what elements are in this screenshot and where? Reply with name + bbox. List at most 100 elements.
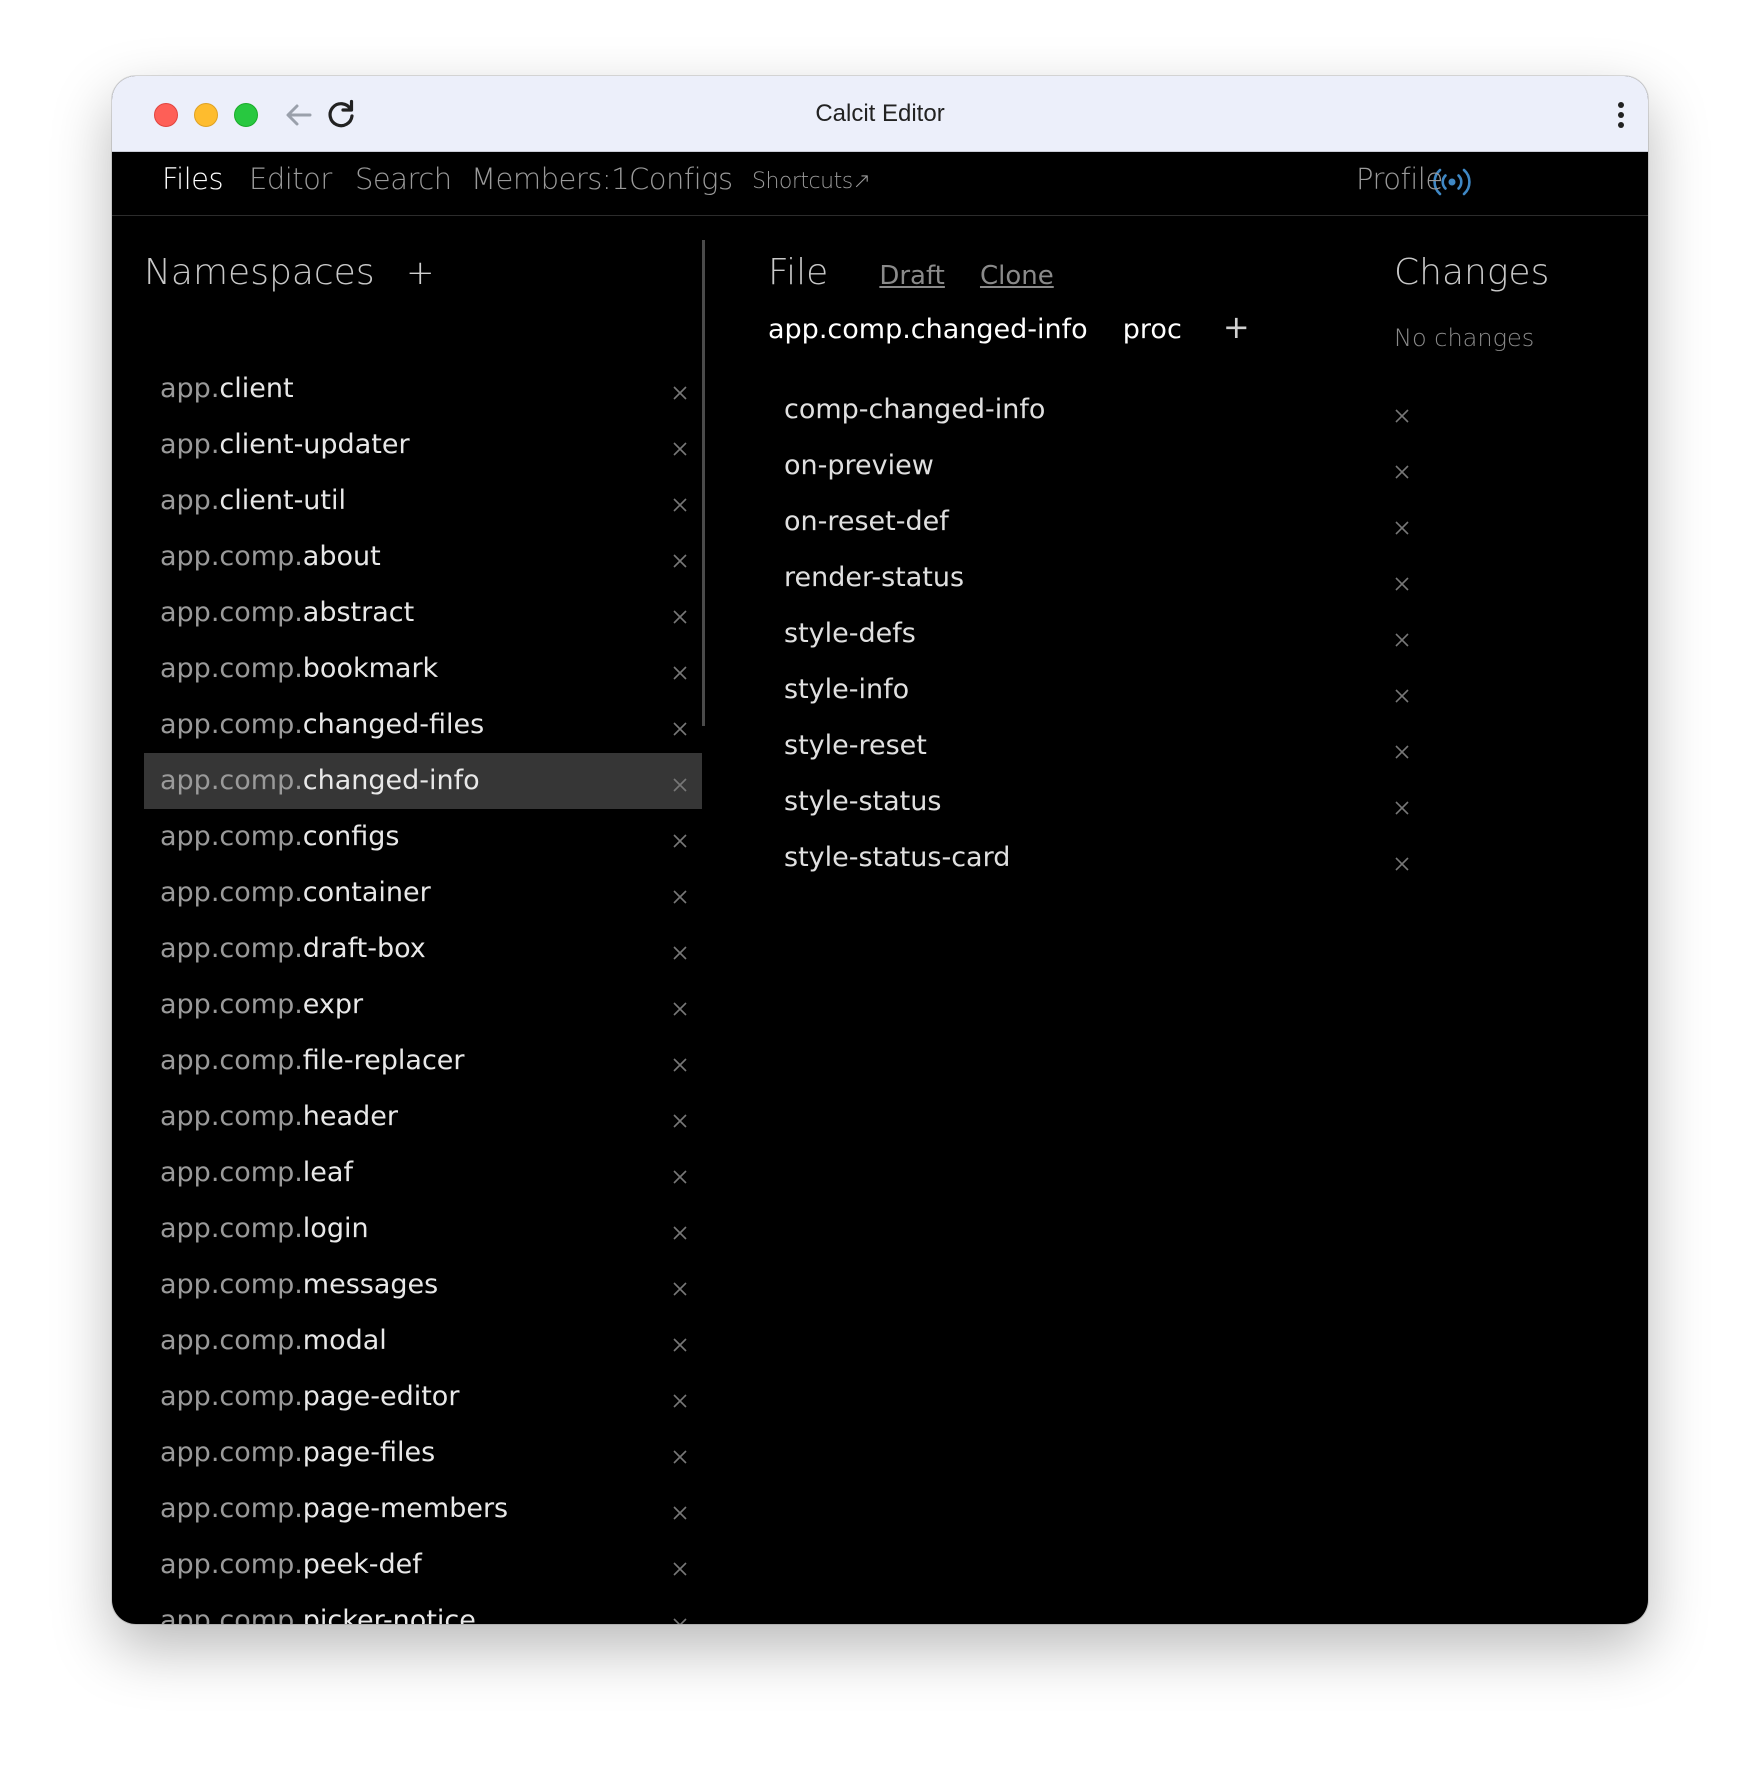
remove-namespace-icon[interactable] <box>672 553 688 569</box>
remove-definition-icon[interactable] <box>1394 744 1410 760</box>
remove-namespace-icon[interactable] <box>672 1113 688 1129</box>
nav-files[interactable]: Files <box>162 162 224 196</box>
namespace-name: peek-def <box>302 1549 422 1580</box>
remove-definition-icon[interactable] <box>1394 576 1410 592</box>
remove-namespace-icon[interactable] <box>672 385 688 401</box>
proc-button[interactable]: proc <box>1123 314 1182 345</box>
clone-link[interactable]: Clone <box>980 261 1054 291</box>
namespace-row[interactable]: app.comp.modal <box>144 1313 702 1369</box>
definition-row[interactable]: style-status <box>768 774 1428 830</box>
remove-namespace-icon[interactable] <box>672 1225 688 1241</box>
namespace-row[interactable]: app.comp.draft-box <box>144 921 702 977</box>
add-definition-button[interactable]: + <box>1223 308 1250 346</box>
namespace-prefix: app.comp. <box>160 1101 303 1132</box>
draft-link[interactable]: Draft <box>879 261 945 291</box>
namespace-label: app.comp.peek-def <box>160 1537 422 1593</box>
namespace-row[interactable]: app.comp.changed-info <box>144 753 702 809</box>
nav-configs[interactable]: Configs <box>629 162 733 196</box>
remove-namespace-icon[interactable] <box>672 441 688 457</box>
remove-namespace-icon[interactable] <box>672 1169 688 1185</box>
remove-namespace-icon[interactable] <box>672 833 688 849</box>
namespace-row[interactable]: app.comp.file-replacer <box>144 1033 702 1089</box>
remove-namespace-icon[interactable] <box>672 1281 688 1297</box>
definition-row[interactable]: style-info <box>768 662 1428 718</box>
definition-row[interactable]: render-status <box>768 550 1428 606</box>
remove-namespace-icon[interactable] <box>672 1057 688 1073</box>
remove-namespace-icon[interactable] <box>672 497 688 513</box>
namespace-prefix: app.comp. <box>160 1213 303 1244</box>
nav-search[interactable]: Search <box>355 162 452 196</box>
namespace-name: bookmark <box>302 653 439 684</box>
nav-members[interactable]: Members:1 <box>471 162 630 196</box>
namespace-row[interactable]: app.comp.messages <box>144 1257 702 1313</box>
remove-namespace-icon[interactable] <box>672 1337 688 1353</box>
namespace-prefix: app.comp. <box>160 933 303 964</box>
namespace-row[interactable]: app.comp.header <box>144 1089 702 1145</box>
namespace-label: app.comp.page-editor <box>160 1369 459 1425</box>
remove-definition-icon[interactable] <box>1394 856 1410 872</box>
namespace-prefix: app. <box>160 485 220 516</box>
namespace-row[interactable]: app.comp.leaf <box>144 1145 702 1201</box>
add-namespace-button[interactable]: + <box>406 253 435 293</box>
namespace-row[interactable]: app.comp.page-members <box>144 1481 702 1537</box>
remove-definition-icon[interactable] <box>1394 632 1410 648</box>
nav-profile[interactable]: Profile <box>1356 162 1443 196</box>
namespace-list: app.client app.client-updater app.client-u… <box>144 361 702 1624</box>
namespace-label: app.comp.picker-notice <box>160 1593 476 1624</box>
namespace-row[interactable]: app.comp.container <box>144 865 702 921</box>
remove-namespace-icon[interactable] <box>672 1393 688 1409</box>
remove-namespace-icon[interactable] <box>672 945 688 961</box>
definition-row[interactable]: style-defs <box>768 606 1428 662</box>
namespace-row[interactable]: app.comp.configs <box>144 809 702 865</box>
remove-namespace-icon[interactable] <box>672 1001 688 1017</box>
remove-namespace-icon[interactable] <box>672 777 688 793</box>
namespace-row[interactable]: app.comp.about <box>144 529 702 585</box>
namespace-row[interactable]: app.comp.expr <box>144 977 702 1033</box>
namespace-row[interactable]: app.comp.page-files <box>144 1425 702 1481</box>
namespace-prefix: app.comp. <box>160 1605 303 1624</box>
nav-editor[interactable]: Editor <box>249 162 332 196</box>
nav-shortcuts-link[interactable]: Shortcuts↗ <box>752 169 871 194</box>
namespace-name: page-editor <box>302 1381 460 1412</box>
remove-definition-icon[interactable] <box>1394 800 1410 816</box>
remove-namespace-icon[interactable] <box>672 721 688 737</box>
remove-namespace-icon[interactable] <box>672 1561 688 1577</box>
namespace-row[interactable]: app.comp.changed-files <box>144 697 702 753</box>
namespace-row[interactable]: app.client-updater <box>144 417 702 473</box>
namespace-row[interactable]: app.comp.login <box>144 1201 702 1257</box>
remove-namespace-icon[interactable] <box>672 1449 688 1465</box>
namespace-label: app.comp.header <box>160 1089 398 1145</box>
namespace-label: app.comp.modal <box>160 1313 387 1369</box>
namespace-prefix: app.comp. <box>160 1381 303 1412</box>
definition-row[interactable]: comp-changed-info <box>768 382 1428 438</box>
remove-namespace-icon[interactable] <box>672 1505 688 1521</box>
no-changes-text: No changes <box>1394 324 1535 352</box>
remove-namespace-icon[interactable] <box>672 609 688 625</box>
remove-definition-icon[interactable] <box>1394 520 1410 536</box>
namespace-row[interactable]: app.comp.bookmark <box>144 641 702 697</box>
remove-definition-icon[interactable] <box>1394 464 1410 480</box>
namespace-row[interactable]: app.client <box>144 361 702 417</box>
namespace-row[interactable]: app.comp.abstract <box>144 585 702 641</box>
namespace-label: app.client-updater <box>160 417 410 473</box>
namespace-row[interactable]: app.client-util <box>144 473 702 529</box>
namespace-name: picker-notice <box>302 1605 476 1624</box>
current-namespace-line: app.comp.changed-info proc + <box>768 308 1250 358</box>
more-options-icon[interactable] <box>1602 96 1640 134</box>
namespace-label: app.comp.leaf <box>160 1145 353 1201</box>
namespace-prefix: app.comp. <box>160 709 303 740</box>
remove-namespace-icon[interactable] <box>672 1617 688 1624</box>
remove-namespace-icon[interactable] <box>672 665 688 681</box>
namespace-row[interactable]: app.comp.peek-def <box>144 1537 702 1593</box>
namespace-prefix: app.comp. <box>160 1045 303 1076</box>
window-title: Calcit Editor <box>815 100 945 127</box>
remove-definition-icon[interactable] <box>1394 408 1410 424</box>
definition-row[interactable]: on-preview <box>768 438 1428 494</box>
namespace-row[interactable]: app.comp.page-editor <box>144 1369 702 1425</box>
namespace-row[interactable]: app.comp.picker-notice <box>144 1593 702 1624</box>
remove-definition-icon[interactable] <box>1394 688 1410 704</box>
definition-row[interactable]: style-status-card <box>768 830 1428 886</box>
remove-namespace-icon[interactable] <box>672 889 688 905</box>
definition-row[interactable]: on-reset-def <box>768 494 1428 550</box>
definition-row[interactable]: style-reset <box>768 718 1428 774</box>
